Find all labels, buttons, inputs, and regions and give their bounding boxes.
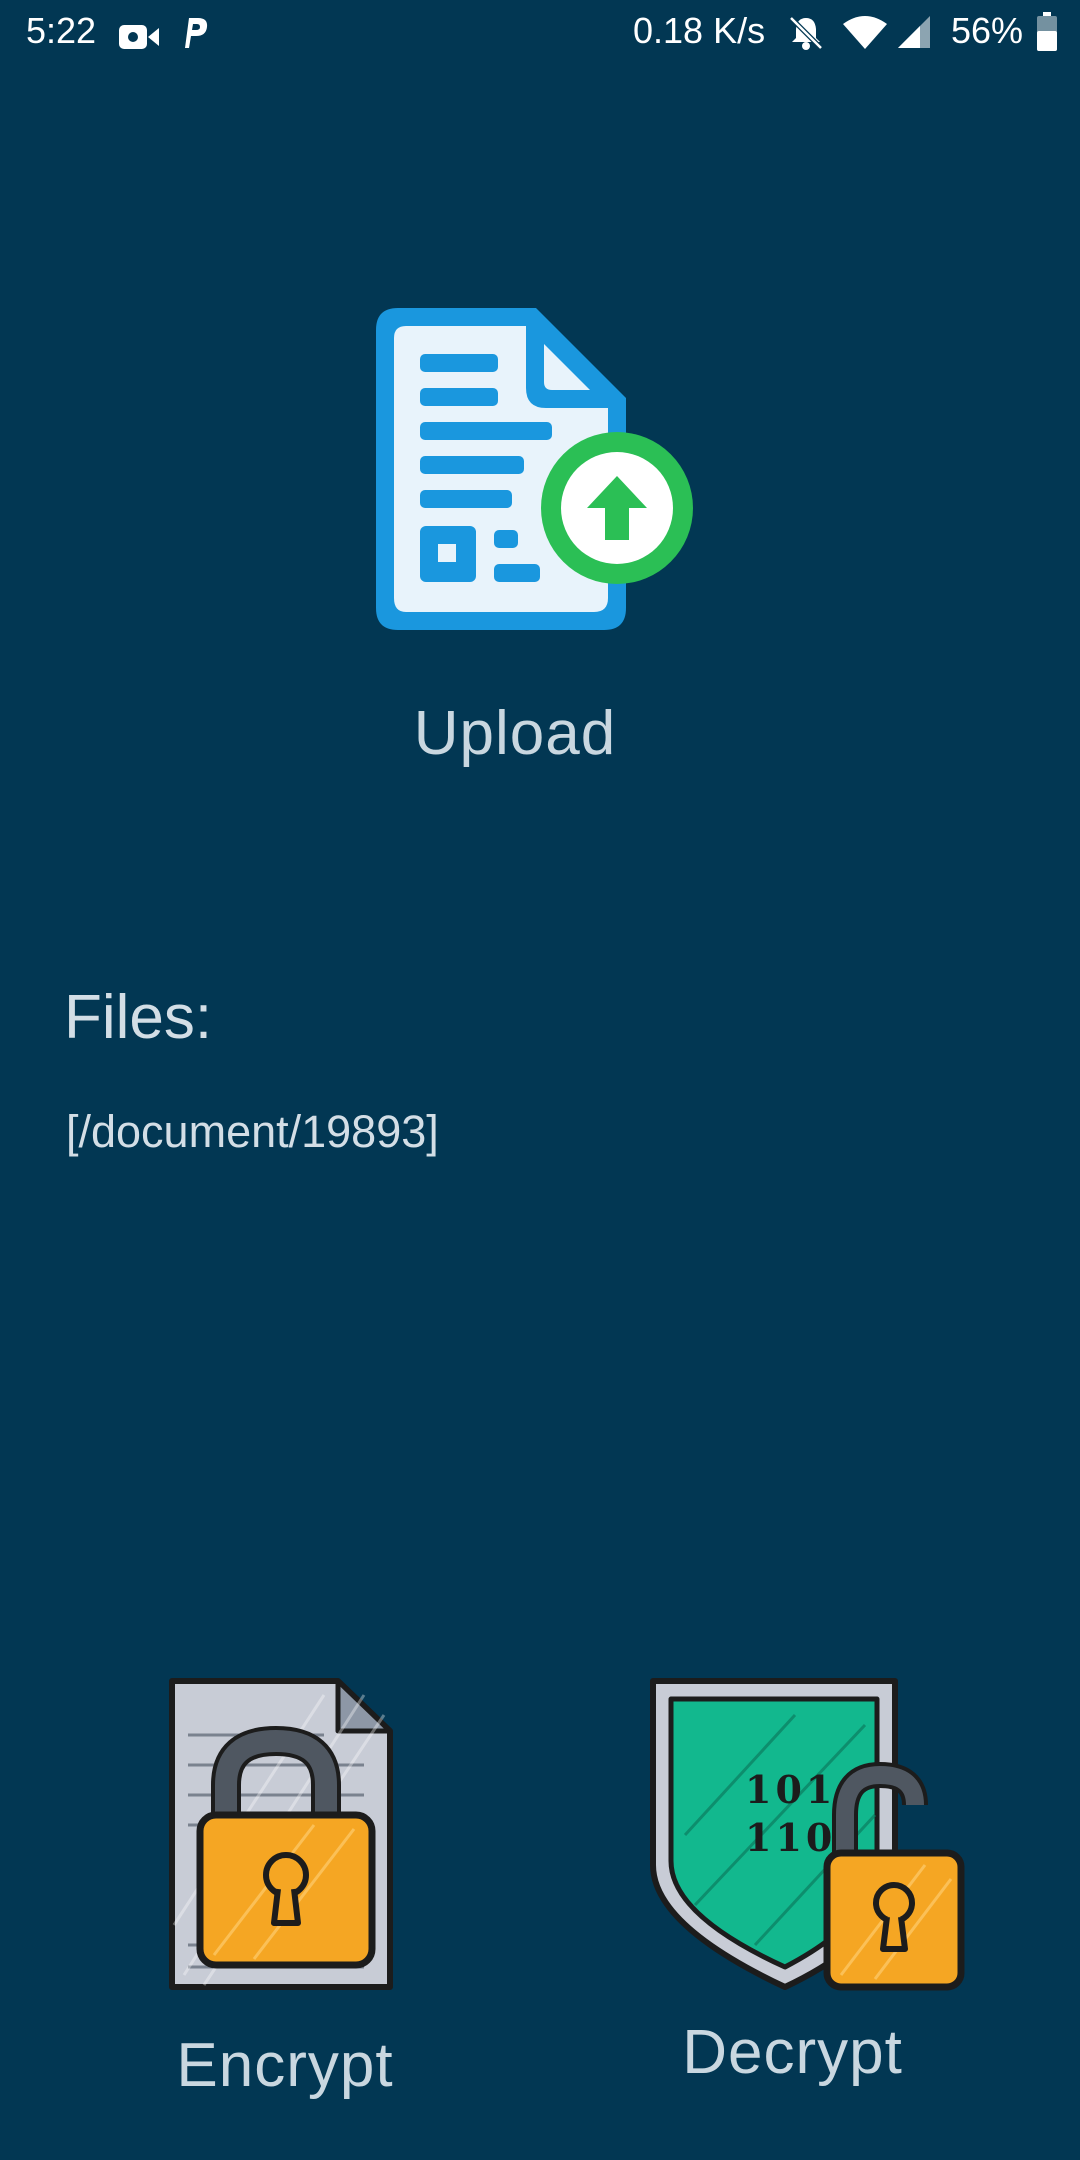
signal-icon [896,14,932,59]
status-time: 5:22 [26,10,97,51]
bell-muted-icon [787,14,825,61]
locked-document-icon [169,1678,393,1990]
document-upload-icon [376,308,693,630]
status-bar: 5:22 0.18 K/s 56% [0,0,1080,66]
p-icon [180,14,210,59]
encrypt-button[interactable]: Encrypt [150,1665,420,2105]
battery-icon [1036,12,1058,61]
upload-button[interactable]: Upload [370,300,710,780]
decrypt-label: Decrypt [682,2018,903,2087]
app-screen: 5:22 0.18 K/s 56% Upload Files: [/docume… [0,0,1080,2160]
binary-110-text: 110 [745,1815,836,1860]
upload-label: Upload [413,699,617,768]
decrypt-button[interactable]: 101 110 Decrypt [640,1665,970,2105]
encrypt-label: Encrypt [176,2031,394,2100]
binary-101-text: 101 [745,1767,836,1812]
video-camera-icon [118,18,160,60]
wifi-icon [842,14,888,59]
shield-unlock-icon: 101 110 [650,1678,965,1991]
status-network-speed: 0.18 K/s [633,10,766,51]
status-battery-percent: 56% [951,10,1024,51]
files-path: [/document/19893] [66,1106,439,1157]
files-heading: Files: [64,983,213,1052]
